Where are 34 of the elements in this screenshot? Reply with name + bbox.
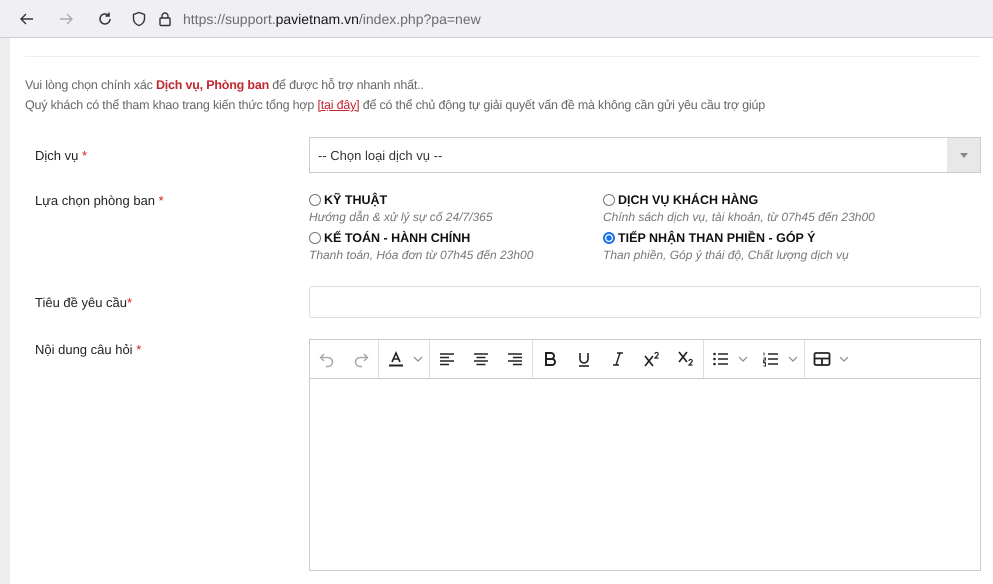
service-select[interactable]: -- Chọn loại dịch vụ -- [309, 137, 981, 173]
align-left-icon[interactable] [438, 350, 456, 368]
field-label: Tiêu đề yêu cầu* [34, 294, 134, 310]
lock-icon [157, 10, 173, 26]
option-description: Thanh toán, Hóa đơn từ 07h45 đến 23h00 [309, 248, 534, 262]
url-text: https://support.pavietnam.vn/index.php?pa=new [183, 10, 481, 26]
text-color-icon[interactable] [387, 350, 405, 368]
align-right-icon[interactable] [506, 350, 524, 368]
department-radio[interactable]: KỸ THUẬT [309, 193, 388, 207]
instruction-text: Vui lòng chọn chính xác Dịch vụ, Phòng ban để được hỗ trợ nhanh nhất.. [25, 77, 425, 94]
option-description: Than phiền, Góp ý thái độ, Chất lượng dịch vụ [603, 248, 849, 262]
field-label: Nội dung câu hỏi * [34, 341, 142, 359]
department-radio[interactable]: KẾ TOÁN - HÀNH CHÍNH [309, 231, 470, 245]
table-icon[interactable] [813, 350, 831, 368]
subject-field[interactable] [309, 286, 981, 318]
shield-icon [131, 10, 147, 26]
subscript-icon[interactable] [677, 350, 695, 368]
option-description: Chính sách dịch vụ, tài khoản, từ 07h45 đến 23h00 [603, 210, 875, 224]
chevron-down-icon[interactable] [839, 354, 849, 364]
address-bar[interactable]: https://support.pavietnam.vn/index.php?pa=new [131, 0, 993, 38]
numbered-list-icon[interactable] [762, 350, 780, 368]
align-center-icon[interactable] [472, 350, 490, 368]
department-radio[interactable]: TIẾP NHẬN THAN PHIỀN - GÓP Ý [603, 231, 816, 245]
bullet-list-icon[interactable] [712, 350, 730, 368]
chevron-down-icon[interactable] [413, 354, 423, 364]
field-label: Dịch vụ * [34, 148, 88, 162]
department-radio[interactable]: DỊCH VỤ KHÁCH HÀNG [603, 193, 758, 207]
chevron-down-icon[interactable] [788, 354, 798, 364]
chevron-down-icon[interactable] [738, 354, 748, 364]
here-link[interactable]: [tại đây] [317, 98, 360, 112]
superscript-icon[interactable] [643, 350, 661, 368]
option-description: Hướng dẫn & xử lý sự cố 24/7/365 [309, 210, 492, 224]
field-label: Lựa chọn phòng ban * [34, 193, 165, 210]
instruction-text: Quý khách có thể tham khao trang kiến thức tổng hợp [tại đây] để có thể chủ động tự giải quyết vấn đề mà không cần gửi yêu cầu trợ giúp [25, 97, 766, 114]
